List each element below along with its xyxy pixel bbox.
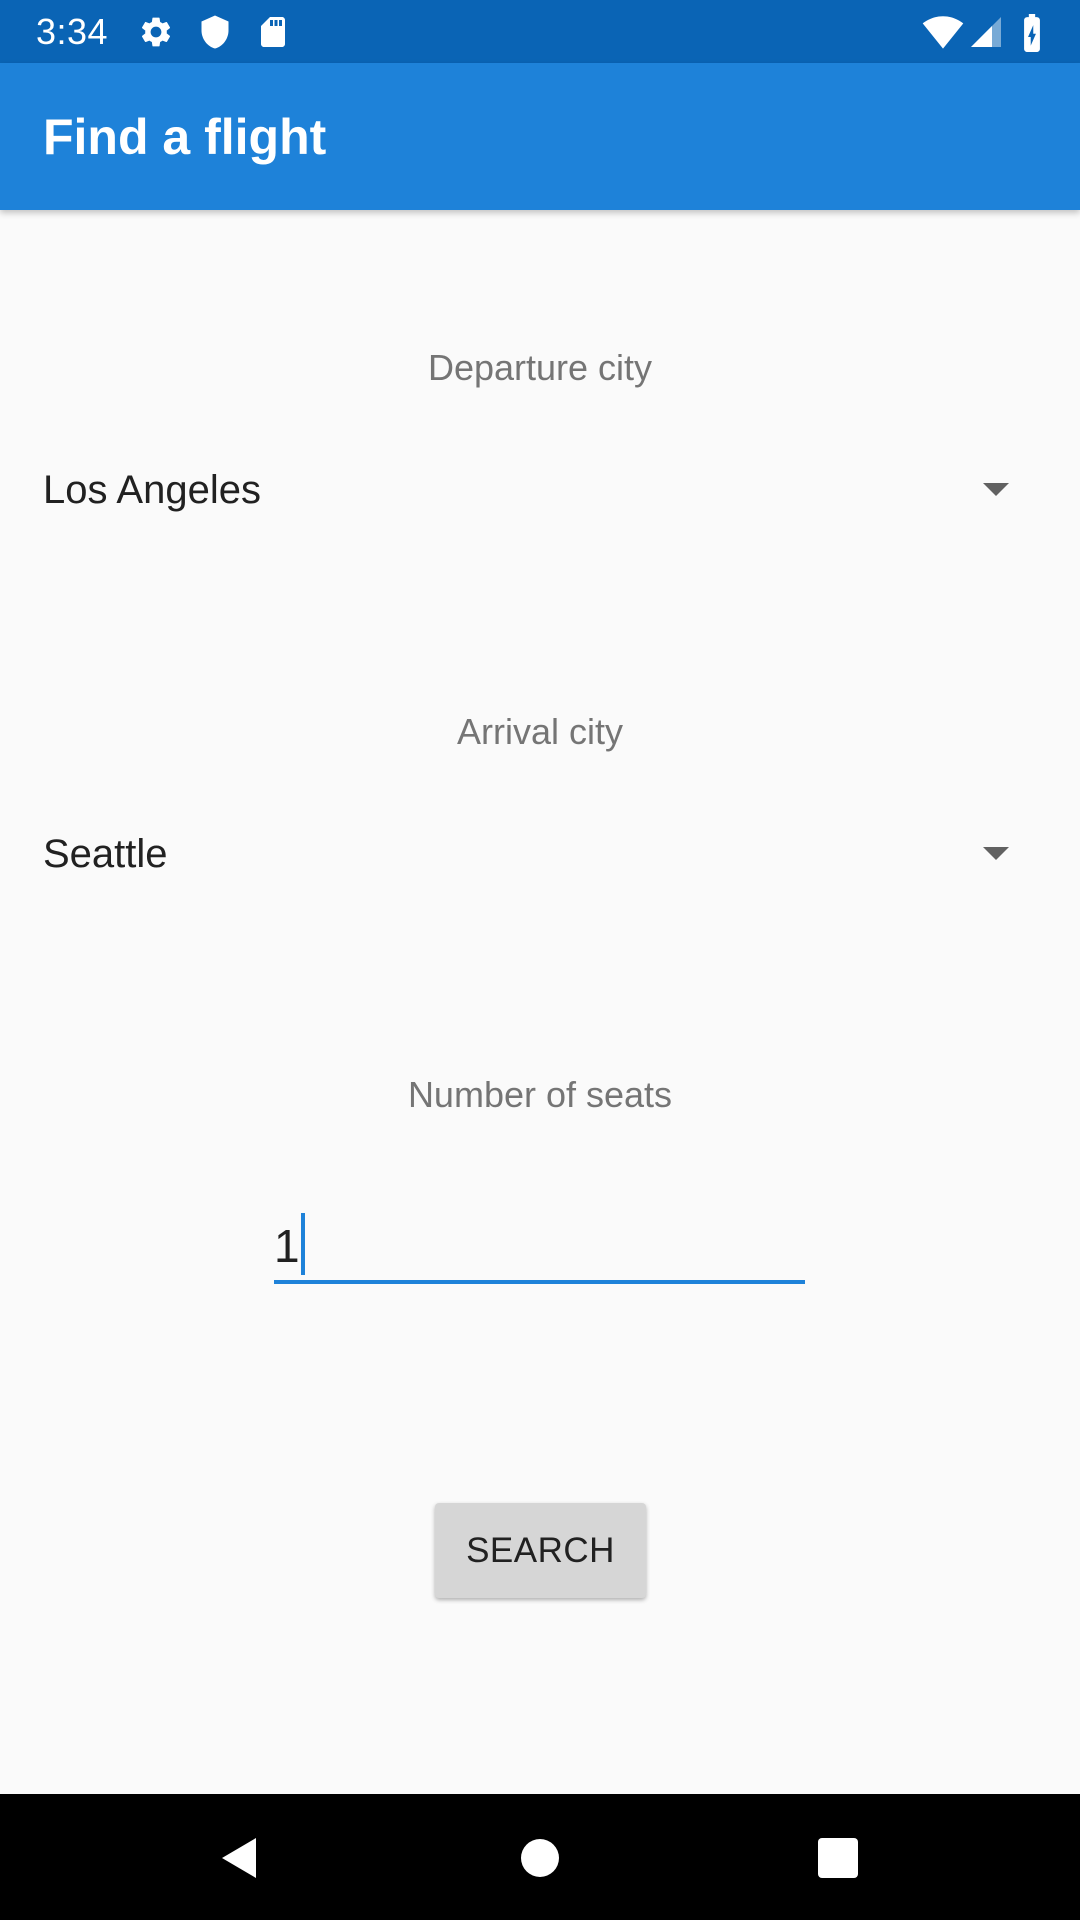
arrival-city-value: Seattle — [43, 832, 168, 876]
arrival-city-dropdown[interactable]: Seattle — [0, 804, 1080, 904]
sd-card-icon — [261, 17, 285, 47]
page-title: Find a flight — [43, 109, 327, 165]
battery-charging-icon — [1024, 14, 1040, 52]
home-icon[interactable] — [516, 1834, 564, 1882]
status-time: 3:34 — [36, 11, 109, 52]
shield-icon — [201, 15, 229, 49]
wifi-icon — [922, 16, 964, 49]
dropdown-arrow-icon — [983, 847, 1009, 860]
app-bar: Find a flight — [0, 63, 1080, 210]
back-icon[interactable] — [216, 1834, 264, 1882]
seats-input[interactable]: 1 — [274, 1200, 805, 1284]
departure-city-value: Los Angeles — [43, 468, 261, 512]
seats-label: Number of seats — [407, 1074, 673, 1115]
departure-city-label: Departure city — [427, 347, 653, 388]
arrival-city-label: Arrival city — [456, 711, 623, 752]
recents-icon[interactable] — [814, 1834, 862, 1882]
dropdown-arrow-icon — [983, 483, 1009, 496]
search-button[interactable]: SEARCH — [435, 1503, 646, 1598]
text-cursor — [301, 1213, 305, 1275]
departure-city-dropdown[interactable]: Los Angeles — [0, 440, 1080, 540]
status-bar: 3:34 — [0, 0, 1080, 63]
seats-value: 1 — [274, 1220, 300, 1272]
gear-icon — [141, 17, 171, 47]
signal-icon — [971, 17, 1001, 47]
navigation-bar — [0, 1794, 1080, 1920]
